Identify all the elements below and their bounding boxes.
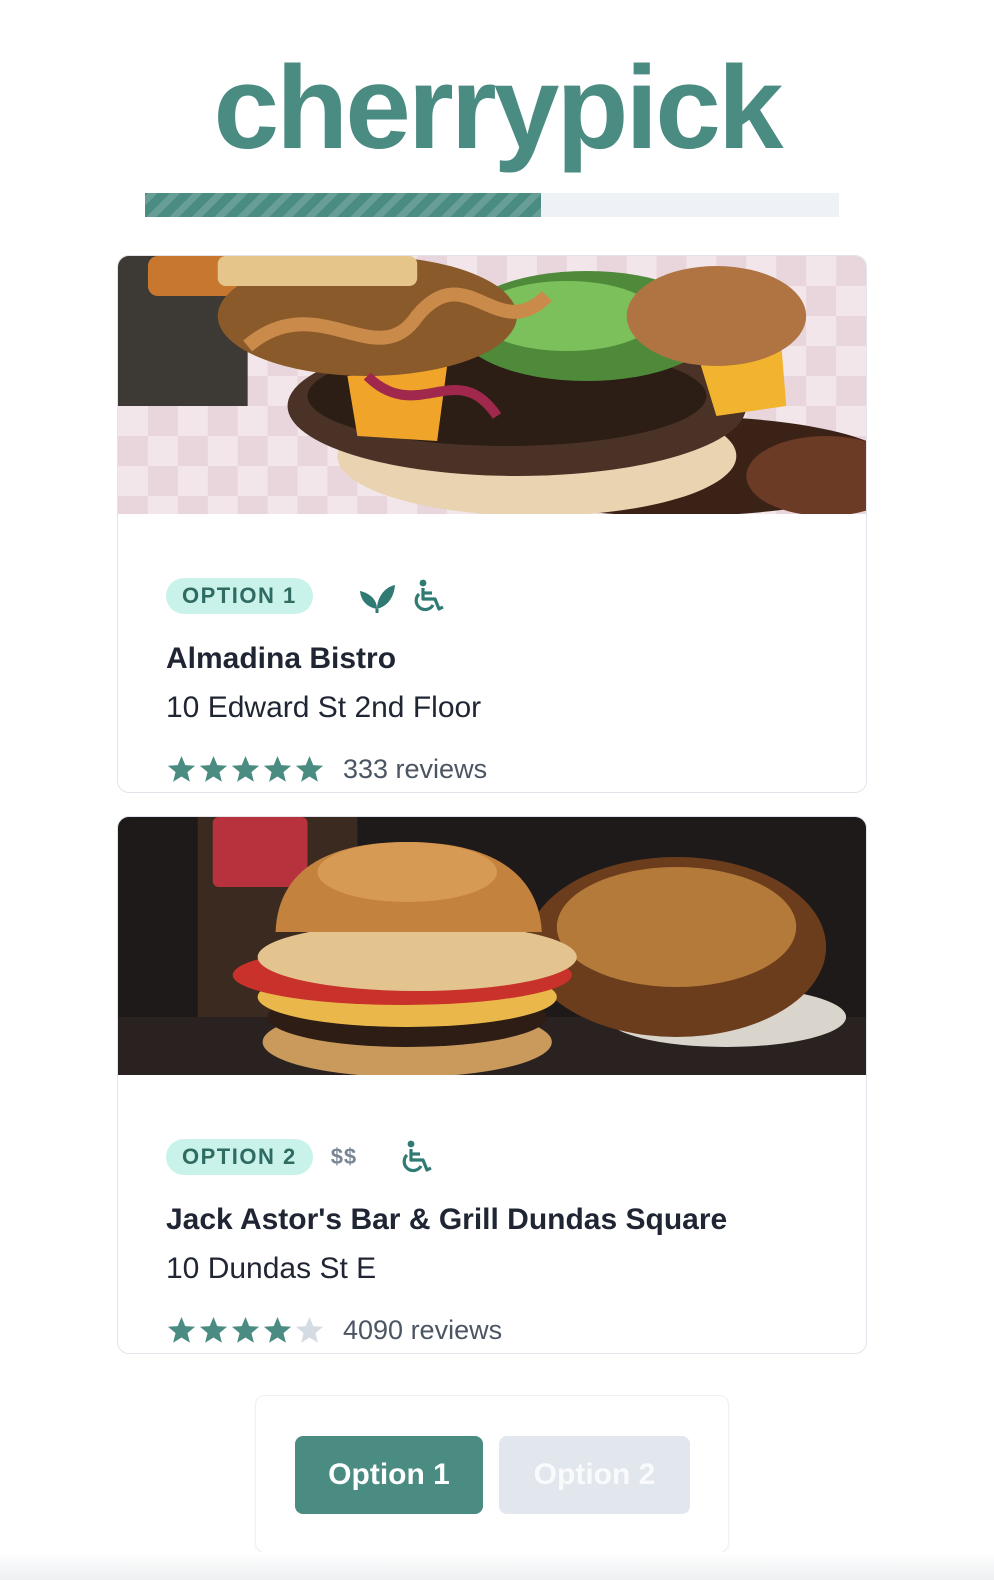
option-badge: OPTION 2 xyxy=(166,1139,313,1175)
restaurant-photo xyxy=(118,256,866,514)
star-filled-icon xyxy=(167,1316,196,1343)
option-1-button[interactable]: Option 1 xyxy=(295,1436,483,1514)
progress-bar-fill xyxy=(145,193,541,217)
wheelchair-accessible-icon xyxy=(399,1139,435,1175)
rating: 333 reviews xyxy=(166,752,487,786)
review-count: 333 reviews xyxy=(343,753,488,784)
wheelchair-accessible-icon xyxy=(411,578,447,614)
option-chooser: Option 1 Option 2 xyxy=(255,1395,729,1553)
progress-bar xyxy=(145,193,839,217)
price-level: $$ xyxy=(330,1144,358,1169)
star-filled-icon xyxy=(167,755,196,782)
star-filled-icon xyxy=(199,1316,228,1343)
option-meta: OPTION 2 $$ xyxy=(166,1139,435,1175)
bottom-fade xyxy=(0,1552,994,1580)
star-filled-icon xyxy=(231,755,260,782)
star-filled-icon xyxy=(231,1316,260,1343)
restaurant-photo xyxy=(118,817,866,1075)
option-2-button[interactable]: Option 2 xyxy=(499,1436,690,1514)
option-badge: OPTION 1 xyxy=(166,578,313,614)
option-card-1[interactable]: OPTION 1 Almadina Bistro 10 Edward St 2n… xyxy=(117,255,867,793)
star-rating xyxy=(166,754,326,785)
restaurant-address: 10 Edward St 2nd Floor xyxy=(166,691,482,724)
option-meta: OPTION 1 xyxy=(166,578,447,614)
vegetarian-leaf-icon xyxy=(357,579,397,613)
option-card-2[interactable]: OPTION 2 $$ Jack Astor's Bar & Grill Dun… xyxy=(117,816,867,1354)
star-filled-icon xyxy=(295,755,324,782)
restaurant-address: 10 Dundas St E xyxy=(166,1252,377,1285)
star-filled-icon xyxy=(263,755,292,782)
star-filled-icon xyxy=(263,1316,292,1343)
rating: 4090 reviews xyxy=(166,1313,502,1347)
restaurant-name: Jack Astor's Bar & Grill Dundas Square xyxy=(166,1203,728,1236)
review-count: 4090 reviews xyxy=(343,1314,503,1345)
restaurant-name: Almadina Bistro xyxy=(166,642,397,675)
app-logo: cherrypick xyxy=(213,42,784,174)
star-filled-icon xyxy=(199,755,228,782)
star-empty-icon xyxy=(295,1316,324,1343)
star-rating xyxy=(166,1315,326,1346)
